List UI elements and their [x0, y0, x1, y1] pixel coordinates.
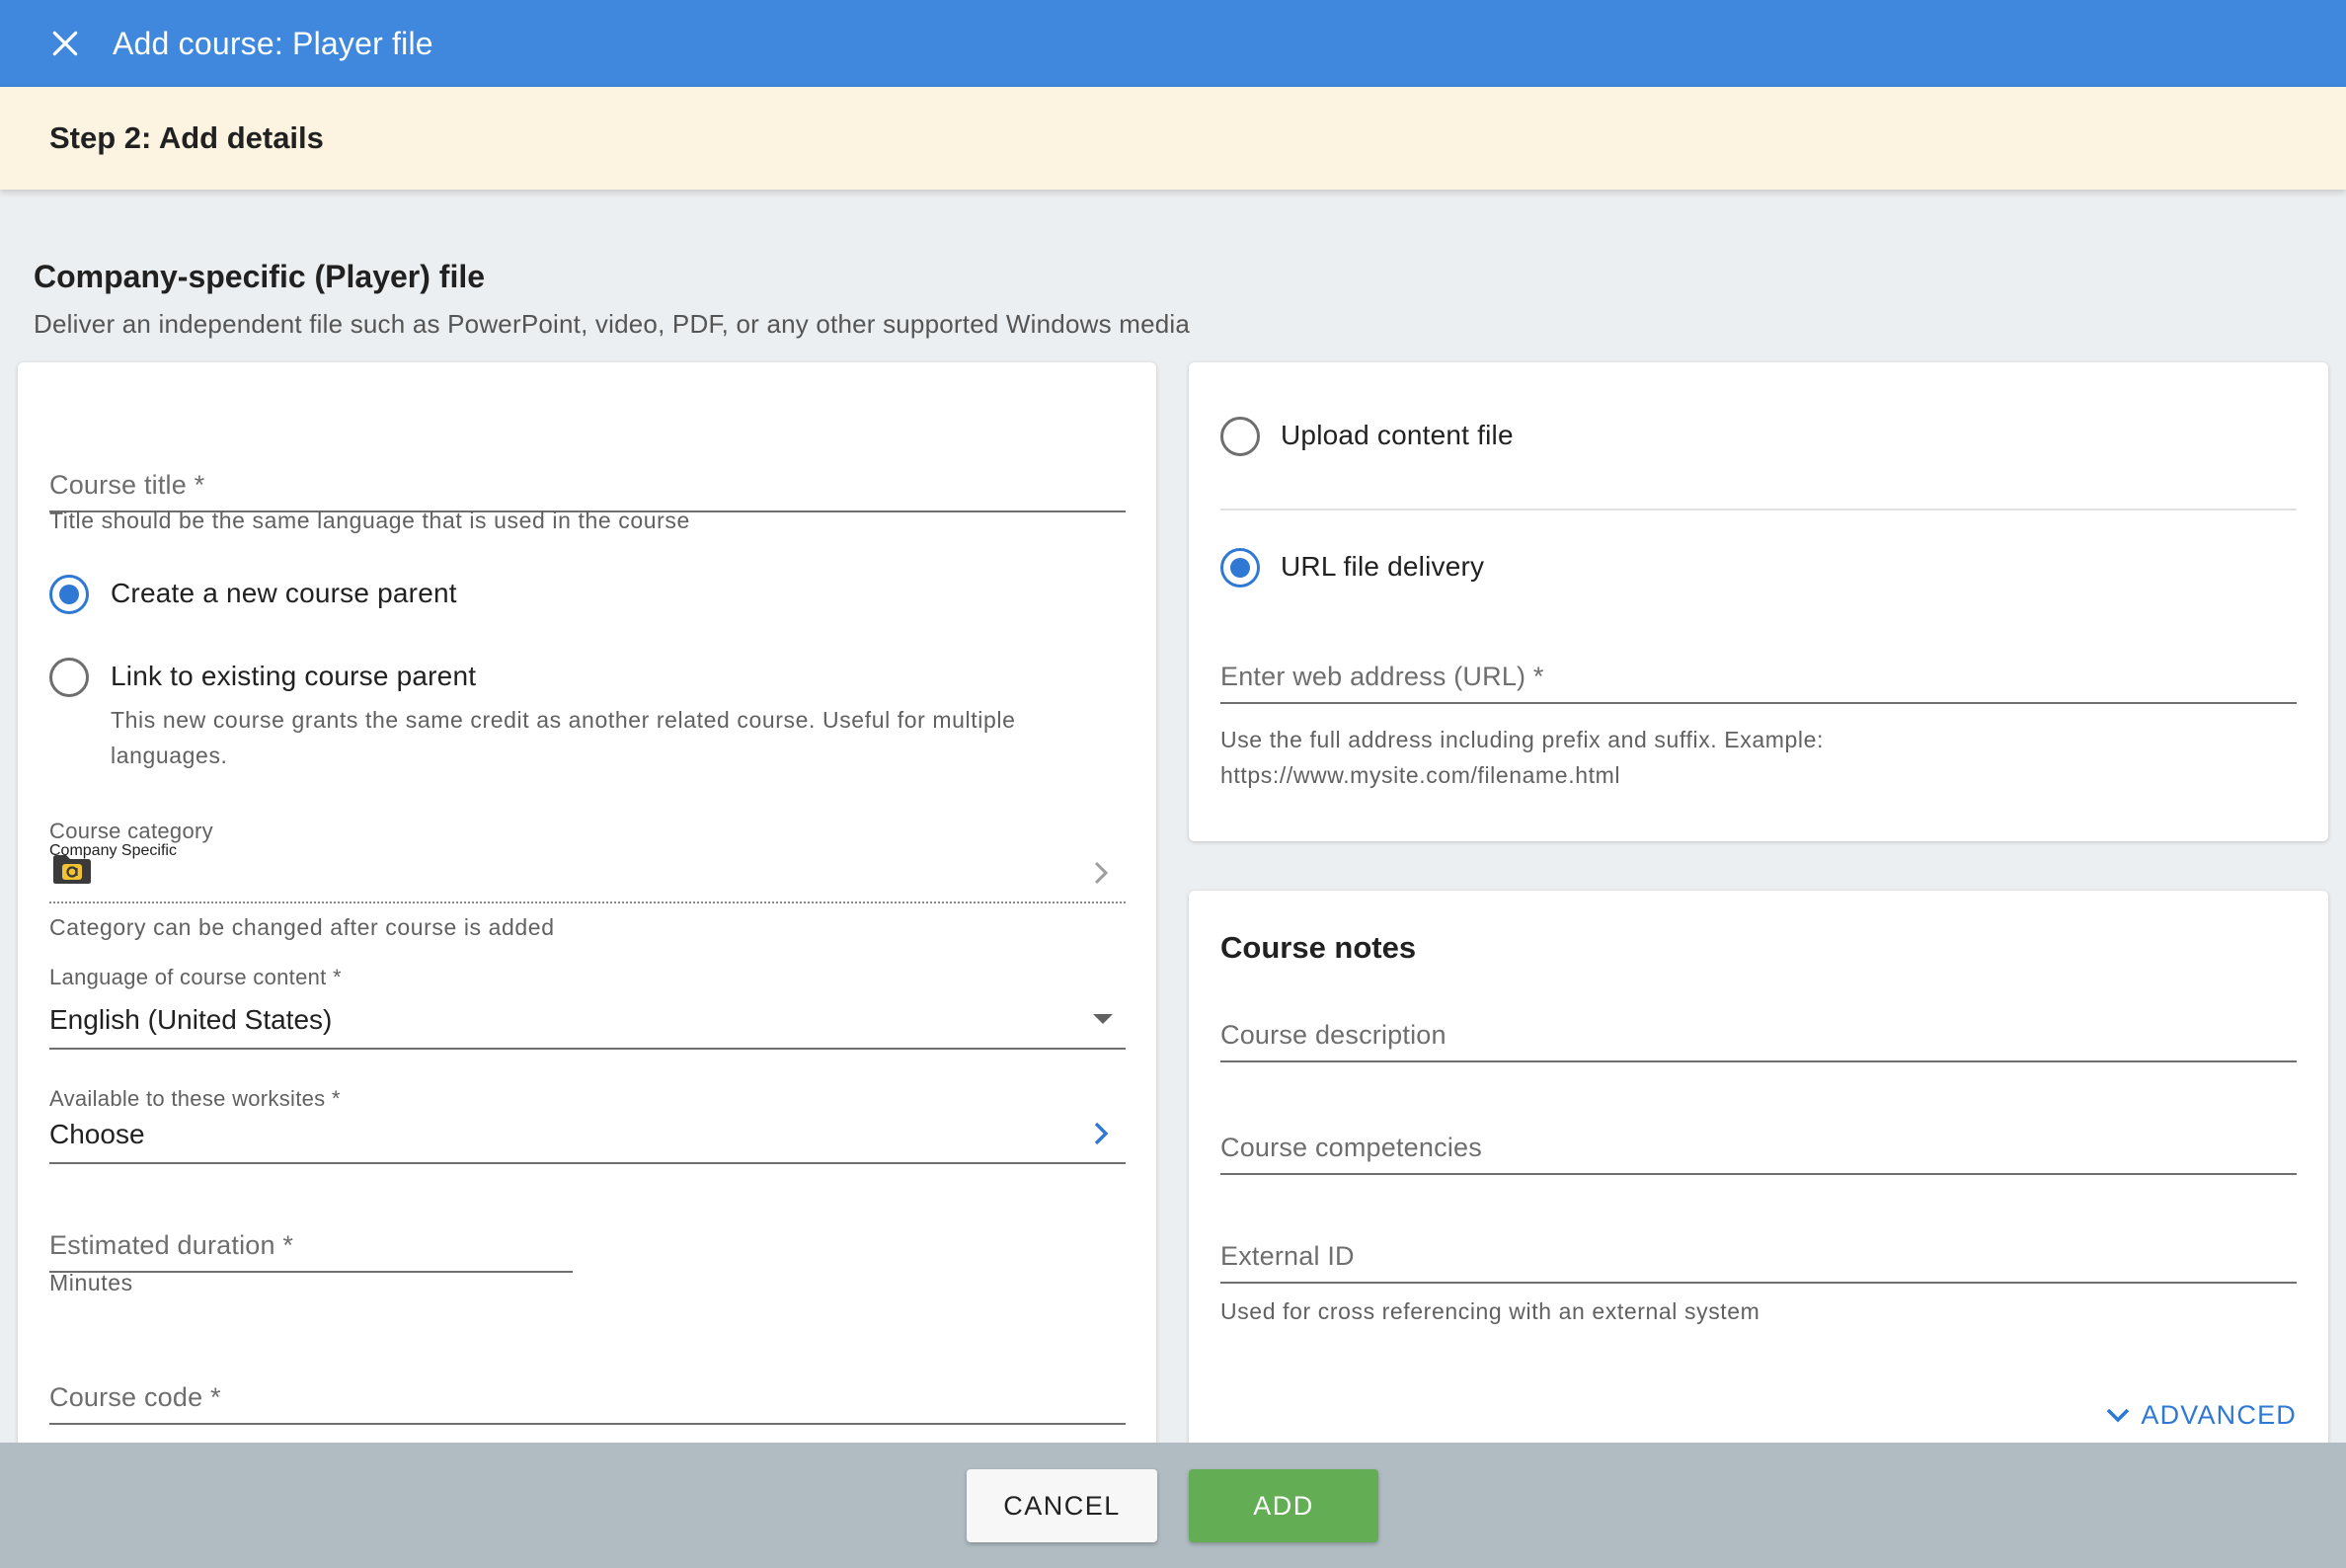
advanced-label: ADVANCED	[2141, 1400, 2297, 1430]
course-details-card: Course title * Title should be the same …	[18, 362, 1156, 1567]
top-app-bar: Add course: Player file	[0, 0, 2346, 87]
course-title-placeholder: Course title *	[49, 470, 205, 500]
external-id-field[interactable]: External ID	[1220, 1224, 2297, 1284]
folder-icon	[51, 852, 93, 891]
dialog-title: Add course: Player file	[113, 25, 433, 61]
course-competencies-placeholder: Course competencies	[1220, 1133, 1482, 1162]
url-hint-line1: Use the full address including prefix an…	[1220, 727, 1824, 752]
language-select[interactable]: English (United States)	[49, 988, 1126, 1050]
chevron-right-icon	[1090, 1119, 1112, 1153]
radio-link-existing-parent-label[interactable]: Link to existing course parent	[111, 661, 476, 692]
worksites-value: Choose	[49, 1119, 145, 1149]
section-subtitle: Deliver an independent file such as Powe…	[34, 309, 1191, 339]
course-title-hint: Title should be the same language that i…	[49, 508, 690, 533]
link-existing-hint: This new course grants the same credit a…	[111, 707, 1016, 768]
worksites-selector[interactable]: Choose	[49, 1105, 1126, 1164]
dropdown-arrow-icon	[1092, 1012, 1114, 1031]
radio-upload-content-file[interactable]	[1220, 417, 1260, 456]
chevron-right-icon	[1090, 858, 1112, 893]
divider	[1220, 509, 2297, 510]
course-category-hint: Category can be changed after course is …	[49, 914, 555, 940]
radio-url-file-delivery[interactable]	[1220, 548, 1260, 588]
course-code-placeholder: Course code *	[49, 1382, 221, 1412]
course-code-field[interactable]: Course code *	[49, 1362, 1126, 1425]
url-placeholder: Enter web address (URL) *	[1220, 662, 1544, 691]
add-button[interactable]: ADD	[1189, 1469, 1378, 1542]
section-header: Company-specific (Player) file Deliver a…	[34, 259, 1190, 340]
chevron-down-icon	[2105, 1407, 2131, 1425]
cancel-button[interactable]: CANCEL	[967, 1469, 1157, 1542]
course-description-field[interactable]: Course description	[1220, 999, 2297, 1062]
external-id-hint: Used for cross referencing with an exter…	[1220, 1298, 1760, 1324]
radio-url-file-delivery-label[interactable]: URL file delivery	[1281, 551, 1484, 583]
url-input[interactable]: Enter web address (URL) *	[1220, 639, 2297, 704]
radio-create-new-parent-label[interactable]: Create a new course parent	[111, 578, 457, 609]
radio-link-existing-parent[interactable]	[49, 658, 89, 697]
course-competencies-field[interactable]: Course competencies	[1220, 1112, 2297, 1175]
radio-create-new-parent[interactable]	[49, 575, 89, 614]
section-title: Company-specific (Player) file	[34, 259, 486, 294]
content-delivery-card: Upload content file URL file delivery En…	[1189, 362, 2328, 841]
course-category-label: Course category	[49, 819, 213, 843]
language-value: English (United States)	[49, 1004, 333, 1035]
course-notes-title: Course notes	[1220, 930, 1417, 965]
step-label: Step 2: Add details	[49, 120, 324, 155]
radio-upload-content-file-label[interactable]: Upload content file	[1281, 420, 1514, 451]
advanced-toggle[interactable]: ADVANCED	[2105, 1400, 2297, 1431]
url-hint-line2: https://www.mysite.com/filename.html	[1220, 762, 1621, 788]
estimated-duration-hint: Minutes	[49, 1270, 133, 1295]
language-label: Language of course content *	[49, 965, 342, 989]
external-id-placeholder: External ID	[1220, 1241, 1355, 1271]
estimated-duration-field[interactable]: Estimated duration *	[49, 1212, 573, 1273]
footer-action-bar	[0, 1443, 2346, 1568]
close-icon[interactable]	[34, 12, 97, 75]
estimated-duration-placeholder: Estimated duration *	[49, 1230, 294, 1260]
course-category-selector[interactable]: Company Specific	[49, 842, 1126, 903]
course-description-placeholder: Course description	[1220, 1020, 1447, 1050]
step-banner: Step 2: Add details	[0, 87, 2346, 190]
